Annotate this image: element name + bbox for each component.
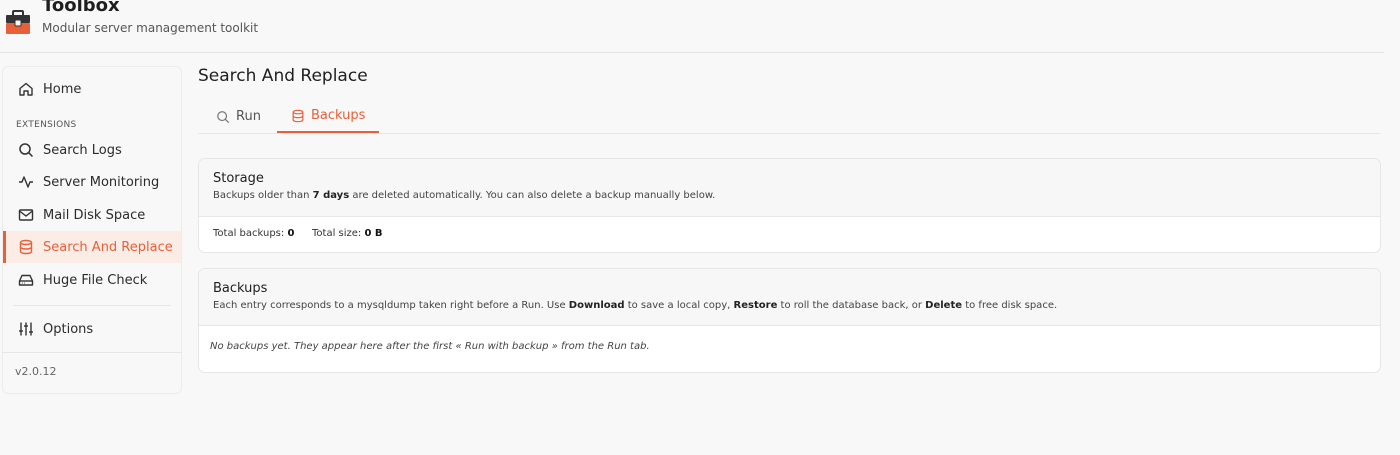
sidebar-item-label: Server Monitoring	[43, 174, 160, 190]
page-title: Search And Replace	[198, 66, 368, 86]
app-subtitle: Modular server management toolkit	[42, 21, 259, 35]
activity-icon	[17, 173, 35, 191]
database-icon	[291, 109, 305, 123]
sidebar-item-mail-disk-space[interactable]: Mail Disk Space	[3, 199, 181, 231]
sidebar-item-search-logs[interactable]: Search Logs	[3, 134, 181, 166]
sidebar-item-search-and-replace[interactable]: Search And Replace	[3, 231, 181, 263]
sidebar-item-label: Search And Replace	[43, 239, 173, 255]
sidebar-divider	[3, 352, 181, 353]
sidebar-item-home[interactable]: Home	[3, 73, 181, 105]
tab-label: Run	[236, 109, 261, 124]
sidebar-item-label: Options	[43, 321, 94, 337]
tab-run[interactable]: Run	[202, 100, 275, 133]
section-label-extensions: EXTENSIONS	[16, 120, 77, 130]
sidebar: Home EXTENSIONS Search Logs Server Monit…	[2, 66, 182, 394]
tab-label: Backups	[311, 108, 366, 123]
search-icon	[216, 110, 230, 124]
backups-description: Each entry corresponds to a mysqldump ta…	[213, 300, 1058, 311]
sidebar-item-huge-file-check[interactable]: Huge File Check	[3, 264, 181, 296]
storage-card: Storage Backups older than 7 days are de…	[198, 158, 1381, 253]
sidebar-divider	[13, 305, 171, 306]
search-icon	[17, 141, 35, 159]
total-size-stat: Total size: 0 B	[312, 228, 383, 239]
storage-title: Storage	[213, 171, 264, 186]
backups-card-header: Backups Each entry corresponds to a mysq…	[199, 269, 1380, 326]
sidebar-item-label: Mail Disk Space	[43, 207, 146, 223]
total-backups-stat: Total backups: 0	[213, 228, 295, 239]
backups-title: Backups	[213, 281, 268, 296]
storage-card-body: Total backups: 0 Total size: 0 B	[199, 217, 1380, 252]
home-icon	[17, 80, 35, 98]
header-divider	[0, 52, 1384, 53]
app-header: Toolbox Modular server management toolki…	[0, 0, 1400, 53]
hard-drive-icon	[17, 271, 35, 289]
sidebar-item-label: Home	[43, 81, 82, 97]
storage-card-header: Storage Backups older than 7 days are de…	[199, 159, 1380, 217]
tab-backups[interactable]: Backups	[277, 100, 380, 133]
sidebar-item-server-monitoring[interactable]: Server Monitoring	[3, 166, 181, 198]
app-title: Toolbox	[42, 0, 120, 16]
empty-backups-message: No backups yet. They appear here after t…	[210, 341, 650, 352]
sidebar-item-label: Huge File Check	[43, 272, 148, 288]
sidebar-item-label: Search Logs	[43, 142, 122, 158]
sidebar-item-options[interactable]: Options	[3, 313, 181, 345]
toolbox-icon	[6, 10, 30, 34]
storage-description: Backups older than 7 days are deleted au…	[213, 190, 716, 201]
mail-icon	[17, 206, 35, 224]
sliders-icon	[17, 320, 35, 338]
tab-bar: Run Backups	[198, 100, 1380, 134]
version-label: v2.0.12	[15, 365, 57, 378]
backups-card: Backups Each entry corresponds to a mysq…	[198, 268, 1381, 373]
database-icon	[17, 238, 35, 256]
backups-card-body: No backups yet. They appear here after t…	[199, 326, 1380, 372]
